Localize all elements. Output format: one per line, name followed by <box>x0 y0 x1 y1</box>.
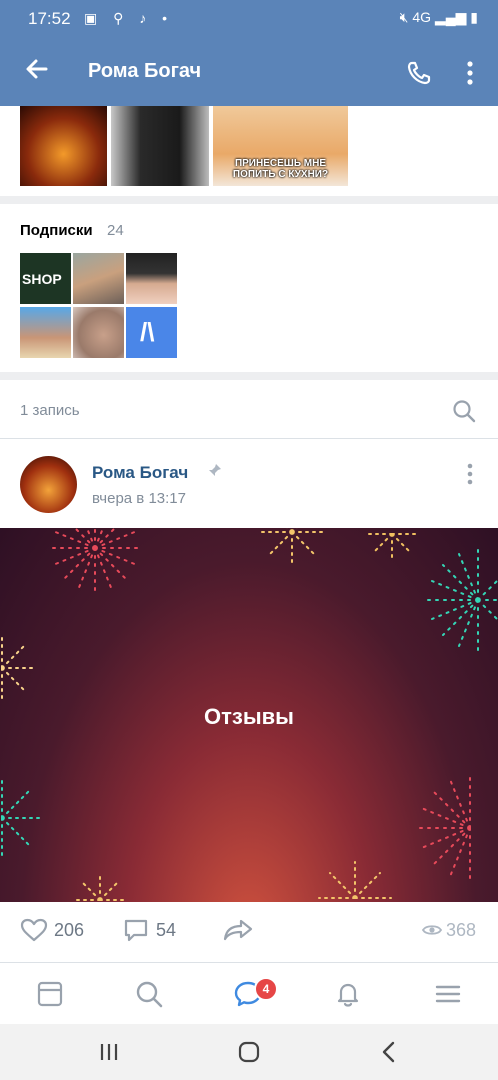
subscriptions-section: Подписки 24 SHOP /\ <box>0 204 498 372</box>
mute-icon: 🔇︎ <box>399 9 409 25</box>
news-feed-icon[interactable] <box>35 979 65 1009</box>
subscription-thumb-shop[interactable]: SHOP <box>20 253 71 304</box>
page-title: Рома Богач <box>88 60 202 82</box>
post-date: вчера в 13:17 <box>92 490 186 507</box>
search-icon[interactable] <box>452 399 476 423</box>
post-more-icon[interactable] <box>462 461 478 487</box>
phone-icon[interactable] <box>404 58 434 88</box>
messages-badge: 4 <box>254 977 278 1001</box>
post-image[interactable]: Отзывы <box>0 528 498 902</box>
photo-2[interactable] <box>111 106 209 186</box>
post-actions: 206 54 368 <box>0 902 498 962</box>
recent-apps-icon[interactable] <box>98 1041 120 1063</box>
section-divider <box>0 372 498 380</box>
status-bar: 17:52 ▣ ⚲ ♪ • 🔇︎ 4G ▂▄▆ ▮ <box>0 0 498 38</box>
heart-icon <box>20 918 48 942</box>
notification-icons: ▣ ⚲ ♪ • <box>84 10 174 26</box>
avatar[interactable] <box>20 456 77 513</box>
subscription-thumb-3[interactable] <box>126 253 177 304</box>
bottom-navigation: 4 <box>0 962 498 1025</box>
logo-thumb-text: /\ <box>140 317 155 347</box>
subscriptions-label[interactable]: Подписки <box>20 222 93 239</box>
records-count: 1 запись <box>20 402 80 419</box>
photo-3[interactable]: ПРИНЕСЕШЬ МНЕ ПОПИТЬ С КУХНИ? <box>213 106 348 186</box>
shop-thumb-text: SHOP <box>22 271 62 287</box>
subscriptions-count: 24 <box>107 222 124 239</box>
subscription-thumb-logo[interactable]: /\ <box>126 307 177 358</box>
search-nav-icon[interactable] <box>134 979 164 1009</box>
subscription-thumb-4[interactable] <box>20 307 71 358</box>
system-back-icon[interactable] <box>378 1040 400 1064</box>
system-icons: 🔇︎ 4G ▂▄▆ ▮ <box>400 9 478 26</box>
post-image-title: Отзывы <box>204 704 294 729</box>
pin-icon <box>209 464 221 476</box>
subscription-thumb-2[interactable] <box>73 253 124 304</box>
app-header: Рома Богач <box>0 38 498 106</box>
more-options-icon[interactable] <box>458 56 482 90</box>
battery-icon: ▮ <box>470 9 478 25</box>
eye-icon <box>422 925 442 935</box>
post-author[interactable]: Рома Богач <box>92 463 188 483</box>
photos-section: ПРИНЕСЕШЬ МНЕ ПОПИТЬ С КУХНИ? <box>0 106 498 196</box>
home-button-icon[interactable] <box>237 1040 261 1064</box>
menu-icon[interactable] <box>433 979 463 1009</box>
network-label: 4G <box>412 9 432 25</box>
subscription-thumb-5[interactable] <box>73 307 124 358</box>
system-navigation-bar <box>0 1024 498 1080</box>
section-divider <box>0 196 498 204</box>
status-time: 17:52 <box>28 9 71 28</box>
comment-icon <box>124 919 148 942</box>
share-arrow-icon <box>223 919 253 941</box>
comments-count: 54 <box>156 920 177 940</box>
notifications-bell-icon[interactable] <box>333 979 363 1009</box>
photo-1[interactable] <box>20 106 107 186</box>
back-arrow-icon[interactable] <box>20 52 54 86</box>
likes-count: 206 <box>54 920 85 940</box>
wall-records-bar: 1 запись <box>0 380 498 439</box>
views-count: 368 <box>446 920 477 940</box>
signal-icon: ▂▄▆ <box>434 9 467 25</box>
meme-caption: ПРИНЕСЕШЬ МНЕ ПОПИТЬ С КУХНИ? <box>232 158 329 180</box>
post-header: Рома Богач вчера в 13:17 <box>0 439 498 528</box>
